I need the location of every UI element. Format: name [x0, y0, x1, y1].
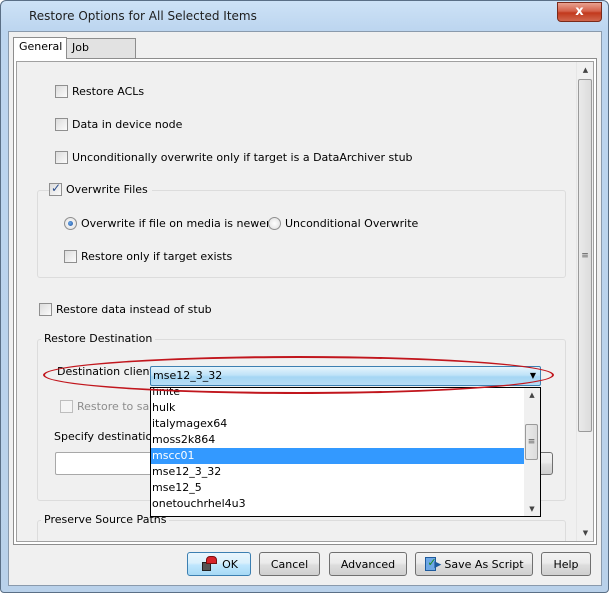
dropdown-option-highlighted[interactable]: mscc01: [151, 448, 525, 464]
radio-unconditional-overwrite-label: Unconditional Overwrite: [285, 217, 419, 230]
dropdown-option[interactable]: hulk: [151, 400, 525, 416]
destination-client-combobox[interactable]: mse12_3_32 ▼: [150, 366, 541, 386]
scroll-up-arrow-icon[interactable]: ▲: [577, 62, 593, 78]
dropdown-option[interactable]: finite: [151, 388, 525, 400]
dropdown-options: finite hulk italymagex64 moss2k864 mscc0…: [151, 388, 525, 512]
checkbox-box[interactable]: [39, 303, 52, 316]
save-as-script-button[interactable]: ✓ ▶ Save As Script: [415, 552, 533, 576]
restore-options-dialog: Restore Options for All Selected Items x…: [0, 0, 609, 593]
grip-icon: ≡: [527, 437, 536, 447]
restore-acls-checkbox[interactable]: Restore ACLs: [55, 85, 144, 98]
checkbox-box[interactable]: [55, 85, 68, 98]
dialog-client-area: General Job Initiation Restore ACLs Data…: [8, 31, 602, 586]
dropdown-option[interactable]: mse12_3_32: [151, 464, 525, 480]
close-icon: x: [575, 4, 584, 19]
data-in-device-node-label: Data in device node: [72, 118, 183, 131]
unconditional-stub-label: Unconditionally overwrite only if target…: [72, 151, 413, 164]
chevron-down-icon[interactable]: ▼: [530, 367, 536, 385]
dropdown-option[interactable]: onetouchrhel4u3: [151, 496, 525, 512]
radio-overwrite-if-newer-label: Overwrite if file on media is newer: [81, 217, 271, 230]
tab-general[interactable]: General: [13, 37, 67, 59]
grip-icon: ≡: [581, 251, 589, 261]
panel-vertical-scrollbar[interactable]: ▲ ≡ ▼: [576, 62, 593, 541]
window-title: Restore Options for All Selected Items: [29, 9, 257, 23]
restore-only-if-target-exists-checkbox[interactable]: Restore only if target exists: [64, 250, 232, 263]
title-bar[interactable]: Restore Options for All Selected Items x: [1, 1, 608, 31]
radio-button[interactable]: [268, 217, 281, 230]
overwrite-files-group: [37, 190, 566, 278]
restore-acls-label: Restore ACLs: [72, 85, 145, 98]
radio-overwrite-if-newer[interactable]: Overwrite if file on media is newer: [64, 217, 271, 230]
restore-only-if-target-exists-label: Restore only if target exists: [81, 250, 233, 263]
overwrite-files-label: Overwrite Files: [66, 183, 148, 196]
dropdown-scrollbar-thumb[interactable]: ≡: [525, 424, 538, 460]
close-button[interactable]: x: [557, 2, 602, 22]
restore-icon: [200, 556, 218, 572]
cancel-button[interactable]: Cancel: [259, 552, 320, 576]
script-icon: ✓ ▶: [425, 556, 442, 571]
destination-client-value: mse12_3_32: [153, 369, 223, 382]
dropdown-option[interactable]: mse12_5: [151, 480, 525, 496]
destination-client-label: Destination client: [57, 365, 154, 378]
restore-destination-title: Restore Destination: [41, 332, 156, 345]
help-label: Help: [553, 557, 579, 571]
scrollbar-thumb[interactable]: ≡: [578, 79, 592, 432]
scroll-up-arrow-icon[interactable]: ▲: [524, 388, 540, 402]
radio-unconditional-overwrite[interactable]: Unconditional Overwrite: [268, 217, 418, 230]
tab-general-label: General: [19, 40, 63, 53]
overwrite-files-checkbox[interactable]: Overwrite Files: [49, 181, 152, 196]
radio-button-selected[interactable]: [64, 217, 77, 230]
restore-data-instead-of-stub-checkbox[interactable]: Restore data instead of stub: [39, 303, 212, 316]
scroll-down-arrow-icon[interactable]: ▼: [577, 525, 593, 541]
checkbox-box[interactable]: [55, 151, 68, 164]
checkbox-box-checked[interactable]: [49, 181, 62, 196]
data-in-device-node-checkbox[interactable]: Data in device node: [55, 118, 182, 131]
ok-button[interactable]: OK: [187, 552, 251, 576]
dropdown-scrollbar[interactable]: ▲ ≡ ▼: [524, 388, 540, 516]
scroll-down-arrow-icon[interactable]: ▼: [524, 502, 540, 516]
unconditional-stub-checkbox[interactable]: Unconditionally overwrite only if target…: [55, 151, 413, 164]
restore-data-instead-of-stub-label: Restore data instead of stub: [56, 303, 212, 316]
ok-label: OK: [222, 557, 238, 571]
dropdown-option[interactable]: italymagex64: [151, 416, 525, 432]
save-as-script-label: Save As Script: [444, 557, 524, 571]
advanced-label: Advanced: [340, 557, 396, 571]
help-button[interactable]: Help: [541, 552, 591, 576]
tab-job-initiation[interactable]: Job Initiation: [66, 38, 136, 72]
checkbox-box-disabled[interactable]: [60, 400, 73, 413]
checkbox-box[interactable]: [55, 118, 68, 131]
cancel-label: Cancel: [270, 557, 309, 571]
dropdown-option[interactable]: moss2k864: [151, 432, 525, 448]
checkbox-box[interactable]: [64, 250, 77, 263]
destination-client-dropdown-list: finite hulk italymagex64 moss2k864 mscc0…: [150, 387, 541, 517]
advanced-button[interactable]: Advanced: [329, 552, 407, 576]
